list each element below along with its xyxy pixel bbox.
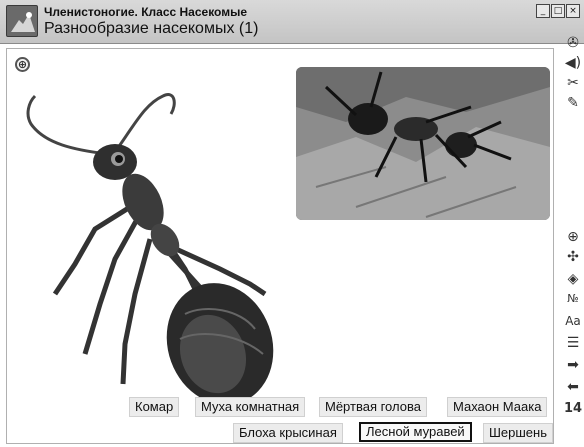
arrow-right-icon[interactable]: ➡ [563, 356, 583, 374]
species-button-flea[interactable]: Блоха крысиная [233, 423, 343, 443]
species-button-hornet[interactable]: Шершень [483, 423, 553, 443]
font-icon[interactable]: Аа [563, 312, 583, 330]
puzzle-icon[interactable]: ✣ [563, 248, 583, 266]
list-icon[interactable]: ☰ [563, 334, 583, 352]
ant-photo [296, 67, 550, 220]
content-stage: ⊕ Комар Муха комнатная Мёртвая голова Ма… [6, 48, 554, 444]
page-number: 14 [563, 401, 583, 416]
title-block: Членистоногие. Класс Насекомые Разнообра… [44, 5, 534, 41]
arrow-left-icon[interactable]: ⬅ [563, 378, 583, 396]
app-logo [6, 5, 38, 37]
number-icon[interactable]: № [563, 290, 583, 308]
right-toolbar: ✇ ◀) ✂ ✎ ⊕ ✣ ◈ № Аа ☰ ➡ ⬅ 14 [561, 35, 584, 447]
window-controls: _ □ × [536, 4, 580, 18]
maximize-button[interactable]: □ [551, 4, 565, 18]
cube-icon[interactable]: ◈ [563, 270, 583, 288]
chapter-title: Членистоногие. Класс Насекомые [44, 5, 248, 19]
species-button-wood-ant[interactable]: Лесной муравей [359, 422, 472, 442]
species-button-housefly[interactable]: Муха комнатная [195, 397, 306, 417]
species-button-mosquito[interactable]: Комар [129, 397, 180, 417]
pencil-icon[interactable]: ✎ [563, 94, 583, 112]
lesson-title: Разнообразие насекомых (1) [44, 20, 259, 37]
title-bar: Членистоногие. Класс Насекомые Разнообра… [0, 0, 584, 44]
zoom-in-icon[interactable]: ⊕ [563, 228, 583, 246]
close-button[interactable]: × [566, 4, 580, 18]
minimize-button[interactable]: _ [536, 4, 550, 18]
ant-illustration [26, 93, 274, 405]
species-button-deaths-head[interactable]: Мёртвая голова [319, 397, 427, 417]
speaker-icon[interactable]: ◀) [563, 54, 583, 72]
gear-icon[interactable]: ✇ [563, 34, 583, 52]
tools-icon[interactable]: ✂ [563, 74, 583, 92]
species-button-swallowtail[interactable]: Махаон Маака [447, 397, 548, 417]
